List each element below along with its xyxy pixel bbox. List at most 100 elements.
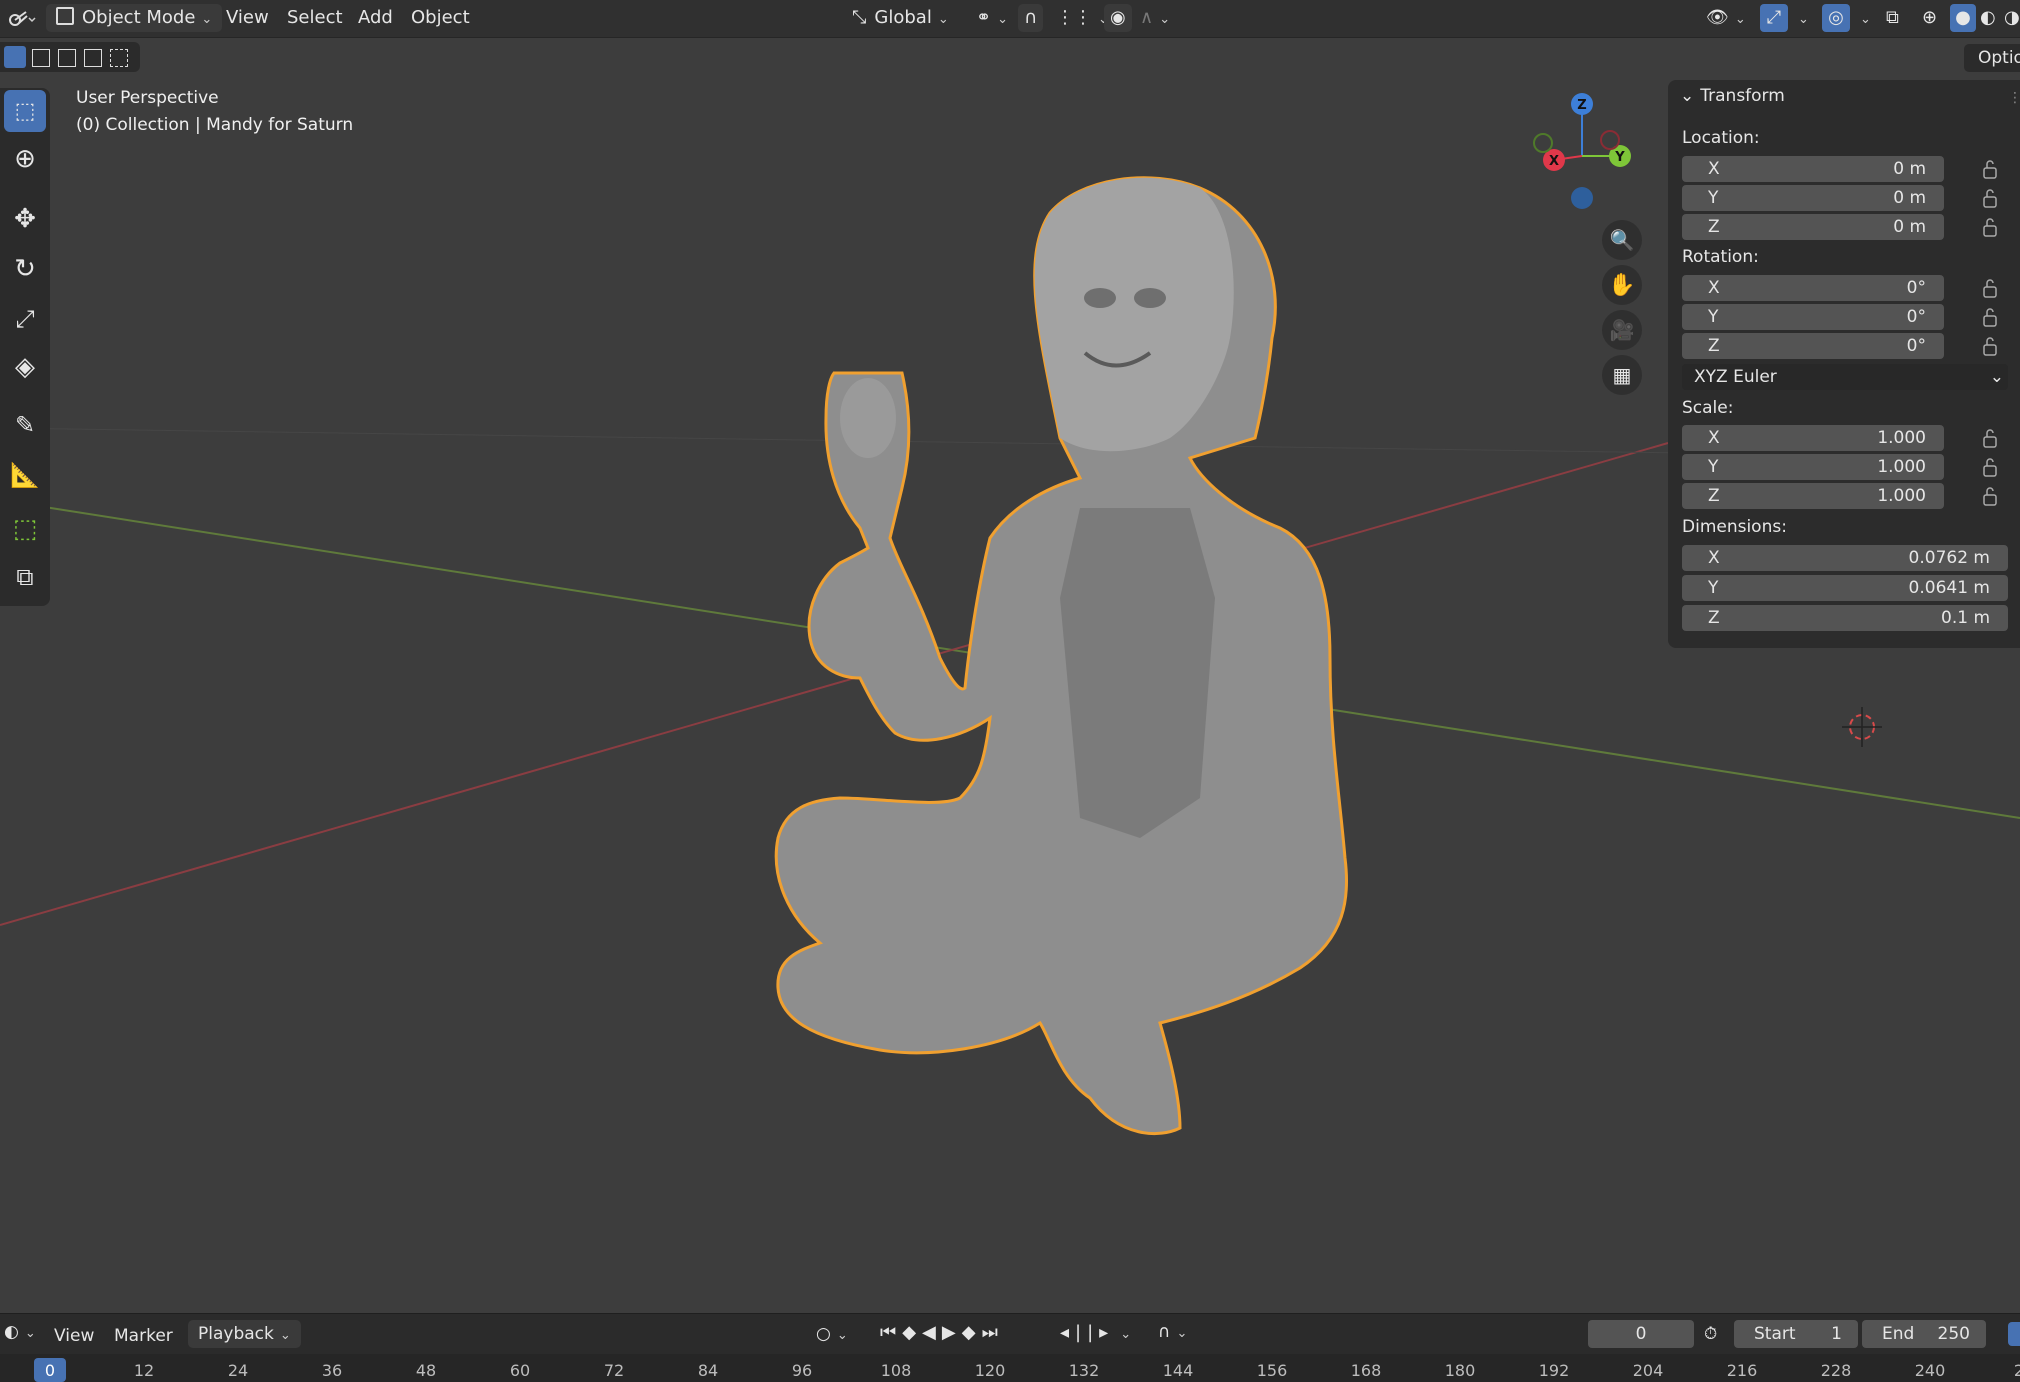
- lock-icon[interactable]: [1983, 188, 1997, 208]
- overlays-toggle[interactable]: ◎: [1822, 4, 1850, 32]
- pan-button[interactable]: ✋: [1602, 265, 1642, 305]
- frame-ruler[interactable]: [0, 1354, 2020, 1382]
- tool-rotate[interactable]: ↻: [4, 248, 46, 290]
- transform-orientation-dropdown[interactable]: ⤡ Global ⌄: [852, 4, 949, 32]
- falloff-dropdown[interactable]: ∧ ⌄: [1140, 4, 1170, 32]
- lock-icon[interactable]: [1983, 278, 1997, 298]
- proportional-edit-toggle[interactable]: ◉: [1104, 4, 1132, 32]
- eye-icon: 👁: [1706, 7, 1729, 28]
- prev-jump-icon[interactable]: ◂|: [1060, 1322, 1087, 1343]
- tool-transform[interactable]: ◈: [4, 346, 46, 388]
- gizmo-dropdown[interactable]: ⌄: [1792, 4, 1809, 32]
- camera-view-button[interactable]: 🎥: [1602, 310, 1642, 350]
- shading-material[interactable]: ◐: [1980, 4, 1996, 32]
- prev-keyframe-icon[interactable]: ◆: [902, 1322, 922, 1343]
- mode-dropdown[interactable]: Object Mode ⌄: [46, 4, 223, 32]
- next-keyframe-icon[interactable]: ◆: [962, 1322, 982, 1343]
- zoom-button[interactable]: 🔍: [1602, 220, 1642, 260]
- 3d-cursor-icon[interactable]: [1842, 707, 1882, 747]
- transform-panel-header[interactable]: ⌄ Transform: [1680, 86, 1785, 106]
- chevron-down-icon: ⌄: [1159, 12, 1171, 27]
- lock-icon[interactable]: [1983, 307, 1997, 327]
- location-x-field[interactable]: X 0 m: [1682, 156, 1944, 182]
- menu-add[interactable]: Add: [358, 4, 393, 32]
- tool-scale[interactable]: ⤢: [4, 298, 46, 340]
- sculpture-model[interactable]: [774, 176, 1349, 1135]
- scale-y-field[interactable]: Y 1.000: [1682, 454, 1944, 480]
- lock-icon[interactable]: [1983, 486, 1997, 506]
- next-jump-icon[interactable]: |▸: [1087, 1322, 1114, 1343]
- use-preview-range-toggle[interactable]: [2008, 1322, 2020, 1346]
- rotation-y-field[interactable]: Y 0°: [1682, 304, 1944, 330]
- location-y-field[interactable]: Y 0 m: [1682, 185, 1944, 211]
- tool-knife[interactable]: ⧉: [4, 556, 46, 598]
- jump-start-icon[interactable]: ⏮: [880, 1322, 902, 1343]
- shading-rendered[interactable]: ◑: [2004, 4, 2020, 32]
- auto-keying-toggle[interactable]: ○ ⌄: [816, 1324, 848, 1344]
- field-value: 1.000: [1877, 457, 1926, 477]
- ruler-frame-label: 228: [1820, 1361, 1852, 1380]
- editor-type-button[interactable]: [6, 4, 36, 32]
- ruler-frame-label: 36: [321, 1361, 343, 1380]
- xray-toggle[interactable]: ⧉: [1886, 4, 1899, 32]
- snap-target-dropdown[interactable]: ⋮⋮⌄: [1056, 4, 1109, 32]
- dimensions-z-field[interactable]: Z 0.1 m: [1682, 605, 2008, 631]
- gizmo-toggle[interactable]: ⤢: [1760, 4, 1788, 32]
- timeline-menu-view[interactable]: View: [54, 1326, 94, 1346]
- snap-toggle[interactable]: ∩: [1018, 4, 1044, 32]
- menu-select[interactable]: Select: [287, 4, 343, 32]
- rotation-x-field[interactable]: X 0°: [1682, 275, 1944, 301]
- field-value: 0.1 m: [1941, 608, 1990, 628]
- ruler-icon: 📐: [10, 461, 40, 489]
- start-frame-field[interactable]: Start 1: [1734, 1320, 1858, 1348]
- timeline-snap-toggle[interactable]: ∩ ⌄: [1158, 1322, 1187, 1342]
- drag-handle-icon[interactable]: ⋮⋮: [2008, 90, 2020, 106]
- pivot-point-button[interactable]: ⚭ ⌄: [976, 4, 1008, 32]
- shading-solid[interactable]: ●: [1950, 4, 1976, 32]
- rotation-mode-dropdown[interactable]: XYZ Euler ⌄: [1682, 364, 2008, 390]
- location-z-field[interactable]: Z 0 m: [1682, 214, 1944, 240]
- lock-icon[interactable]: [1983, 217, 1997, 237]
- stopwatch-icon[interactable]: ⏱: [1704, 1324, 1717, 1344]
- location-label: Location:: [1682, 128, 1760, 148]
- tool-add-cube[interactable]: ⬚: [4, 508, 46, 550]
- magnet-icon: ∩: [1158, 1322, 1171, 1342]
- menu-object[interactable]: Object: [411, 4, 470, 32]
- perspective-toggle-button[interactable]: ▦: [1602, 355, 1642, 395]
- play-icon[interactable]: ▶: [942, 1322, 962, 1343]
- dimensions-y-field[interactable]: Y 0.0641 m: [1682, 575, 2008, 601]
- material-sphere-icon: ◐: [1980, 7, 1996, 28]
- end-frame-field[interactable]: End 250: [1862, 1320, 1986, 1348]
- navigation-gizmo[interactable]: Z X Y: [1533, 93, 1631, 209]
- rotation-z-field[interactable]: Z 0°: [1682, 333, 1944, 359]
- lock-icon[interactable]: [1983, 159, 1997, 179]
- ruler-frame-label: 120: [974, 1361, 1006, 1380]
- jump-end-icon[interactable]: ⏭: [982, 1322, 1004, 1343]
- current-frame-field[interactable]: 0: [1588, 1320, 1694, 1348]
- tool-shelf: ⬚ ⊕ ✥ ↻ ⤢ ◈ ✎ 📐 ⬚ ⧉: [0, 88, 50, 606]
- shading-wireframe[interactable]: ⊕: [1922, 4, 1937, 32]
- tool-cursor[interactable]: ⊕: [4, 138, 46, 180]
- scale-x-field[interactable]: X 1.000: [1682, 425, 1944, 451]
- play-reverse-icon[interactable]: ◀: [922, 1322, 942, 1343]
- end-value: 250: [1937, 1324, 1970, 1344]
- lock-icon[interactable]: [1983, 336, 1997, 356]
- rendered-sphere-icon: ◑: [2004, 7, 2020, 28]
- dimensions-x-field[interactable]: X 0.0762 m: [1682, 545, 2008, 571]
- overlays-dropdown[interactable]: ⌄: [1854, 4, 1871, 32]
- timeline-menu-playback[interactable]: Playback ⌄: [188, 1320, 301, 1348]
- lock-icon[interactable]: [1983, 457, 1997, 477]
- lock-icon[interactable]: [1983, 428, 1997, 448]
- tool-move[interactable]: ✥: [4, 198, 46, 240]
- tool-select-box[interactable]: ⬚: [4, 90, 46, 132]
- field-value: 0.0641 m: [1908, 578, 1990, 598]
- timeline-editor-type-button[interactable]: ◐ ⌄: [4, 1322, 36, 1342]
- visibility-dropdown[interactable]: 👁 ⌄: [1706, 4, 1746, 32]
- chevron-down-icon[interactable]: ⌄: [1120, 1327, 1137, 1342]
- tool-measure[interactable]: 📐: [4, 454, 46, 496]
- scale-z-field[interactable]: Z 1.000: [1682, 483, 1944, 509]
- timeline-menu-marker[interactable]: Marker: [114, 1326, 173, 1346]
- menu-view[interactable]: View: [226, 4, 269, 32]
- tool-annotate[interactable]: ✎: [4, 404, 46, 446]
- record-icon: ○: [816, 1324, 831, 1344]
